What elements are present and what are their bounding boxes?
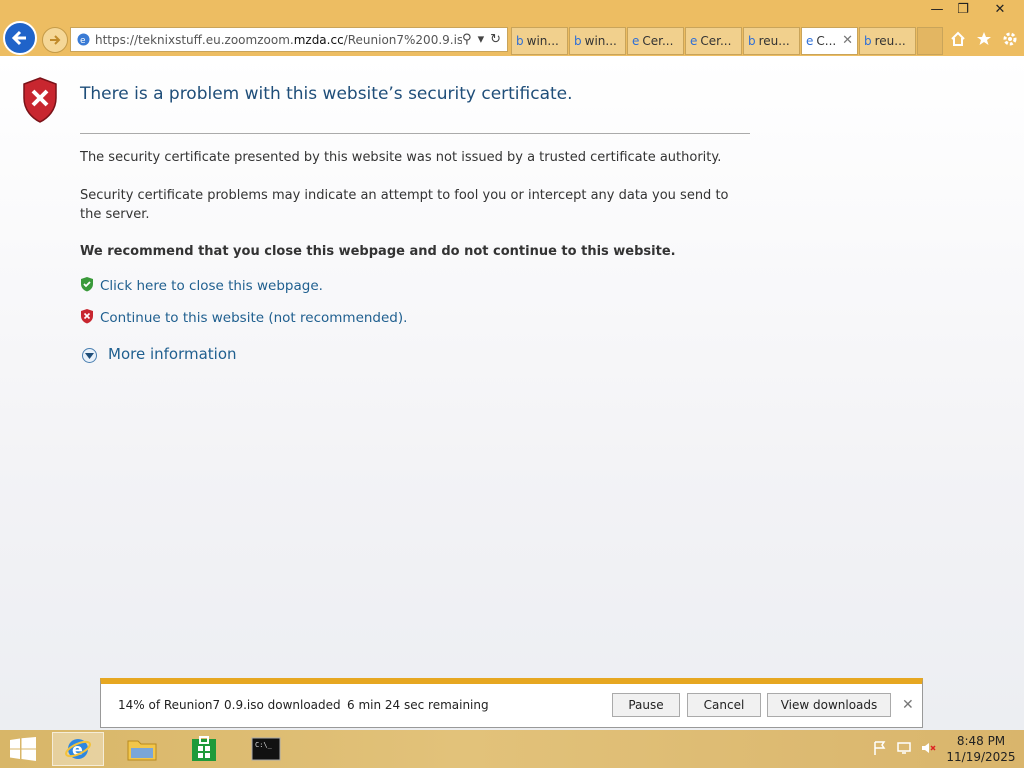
bing-icon: b [574,34,582,48]
ie-icon: e [632,34,640,48]
browser-chrome: — ❐ ✕ e https://teknixstuff.eu.zoomzoom.… [0,0,1024,56]
dropdown-icon[interactable]: ▾ [478,32,485,47]
bing-icon: b [516,34,524,48]
url-text: https://teknixstuff.eu.zoomzoom.mzda.cc/… [95,33,462,47]
back-arrow-icon [11,30,26,46]
expand-chevron-icon[interactable] [82,348,97,363]
taskbar-internet-explorer[interactable]: e [52,732,104,766]
new-tab-button[interactable] [917,27,943,55]
tab-5[interactable]: b reu... [743,27,800,55]
pause-button[interactable]: Pause [612,693,680,717]
store-icon [192,736,216,761]
taskbar-store[interactable] [178,732,230,766]
download-status: 14% of Reunion7 0.9.iso downloaded [118,698,341,712]
divider [80,133,750,134]
recommendation-text: We recommend that you close this webpage… [80,244,676,259]
taskbar-command-prompt[interactable]: C:\_ [240,732,292,766]
close-tab-icon[interactable]: ✕ [842,33,853,48]
tab-2[interactable]: b win... [569,27,626,55]
taskbar: e C:\_ 8:48 PM 11/19/2025 [0,730,1024,768]
page-title: There is a problem with this website’s s… [80,84,573,104]
info-paragraph-2: Security certificate problems may indica… [80,188,729,222]
ie-icon: e [806,34,814,48]
close-window-button[interactable]: ✕ [980,0,1020,20]
search-icon[interactable]: ⚲ [462,32,472,47]
address-bar[interactable]: e https://teknixstuff.eu.zoomzoom.mzda.c… [70,27,508,52]
tab-strip: b win... b win... e Cer... e Cer... b reu... … [511,27,944,55]
restore-button[interactable]: ❐ [948,0,978,20]
tab-6-active[interactable]: e C... ✕ [801,27,858,55]
tab-1[interactable]: b win... [511,27,568,55]
error-shield-icon [20,76,60,128]
tab-label: C... [816,34,837,48]
clock-date: 11/19/2025 [946,750,1016,764]
ie-icon: e [690,34,698,48]
start-button[interactable] [10,737,36,765]
network-icon[interactable] [896,740,912,760]
url-prefix: https://teknixstuff.eu.zoomzoom. [95,32,294,47]
info-paragraph-1: The security certificate presented by th… [80,150,722,165]
view-downloads-button[interactable]: View downloads [767,693,891,717]
forward-arrow-icon [50,35,61,45]
browser-window: — ❐ ✕ e https://teknixstuff.eu.zoomzoom.… [0,0,1024,730]
download-time-remaining: 6 min 24 sec remaining [347,698,489,712]
settings-gear-icon[interactable] [1000,29,1020,49]
back-button[interactable] [3,21,37,55]
download-notification-bar: 14% of Reunion7 0.9.iso downloaded 6 min… [100,678,923,728]
tab-4[interactable]: e Cer... [685,27,742,55]
url-path: /Reunion7%200.9.iso [343,32,463,47]
svg-text:C:\_: C:\_ [255,741,273,749]
favorites-star-icon[interactable] [974,29,994,49]
svg-text:e: e [80,36,86,46]
cancel-button[interactable]: Cancel [687,693,761,717]
volume-muted-icon[interactable] [920,740,936,760]
url-domain: mzda.cc [293,32,344,47]
more-information-link[interactable]: More information [108,345,237,363]
system-clock[interactable]: 8:48 PM 11/19/2025 [940,733,1022,765]
page-content: There is a problem with this website’s s… [0,56,1024,730]
windows-logo-icon [10,737,36,761]
command-prompt-icon: C:\_ [251,737,281,761]
tab-label: reu... [758,34,790,48]
close-download-bar-icon[interactable]: ✕ [902,697,914,713]
toolbar-icons [948,29,1020,49]
folder-icon [127,740,157,761]
green-shield-icon [80,276,94,296]
bing-icon: b [748,34,756,48]
tab-label: win... [526,34,559,48]
tab-label: Cer... [700,34,732,48]
taskbar-file-explorer[interactable] [116,732,168,766]
continue-to-website-link[interactable]: Continue to this website (not recommende… [100,310,407,326]
tab-7[interactable]: b reu... [859,27,916,55]
page-icon: e [76,32,91,50]
clock-time: 8:48 PM [956,734,1006,748]
refresh-icon[interactable]: ↻ [490,32,501,47]
home-icon[interactable] [948,29,968,49]
tab-label: win... [584,34,617,48]
close-webpage-link[interactable]: Click here to close this webpage. [100,278,323,294]
system-tray [872,740,936,760]
ie-icon: e [65,739,91,759]
tab-3[interactable]: e Cer... [627,27,684,55]
forward-button[interactable] [42,27,68,53]
action-center-flag-icon[interactable] [872,740,888,760]
tab-label: Cer... [642,34,674,48]
red-shield-icon [80,308,94,328]
bing-icon: b [864,34,872,48]
tab-label: reu... [874,34,906,48]
